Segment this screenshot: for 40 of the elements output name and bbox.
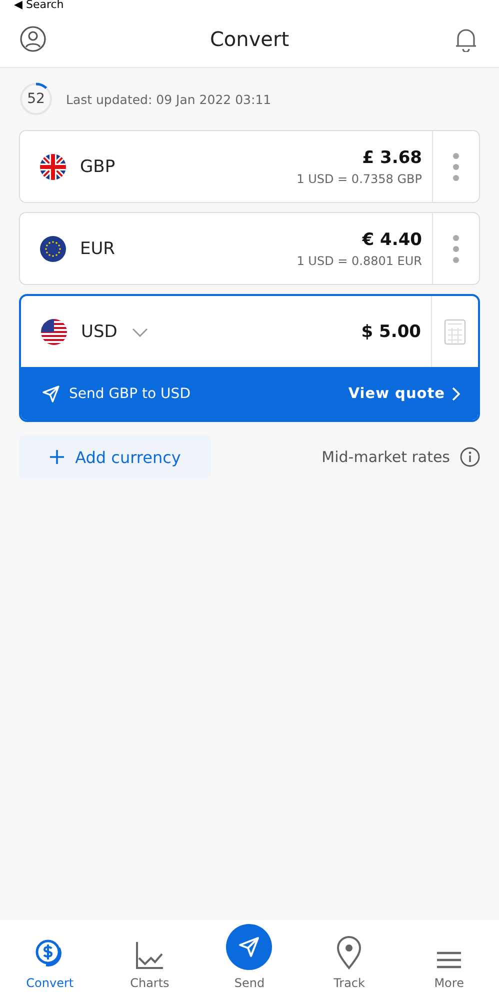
plus-icon [49,449,66,465]
page-title: Convert [210,26,290,50]
exchange-rate-text: 1 USD = 0.7358 GBP [296,172,422,186]
view-quote-link[interactable]: View quote [348,386,460,402]
back-link[interactable]: ◀ Search [14,0,64,11]
amount-text: £ 3.68 [362,148,422,168]
currency-card[interactable]: EUR € 4.40 1 USD = 0.8801 EUR [19,212,480,285]
send-label: Send GBP to USD [69,386,190,402]
menu-icon [436,950,462,970]
line-chart-icon [134,940,165,970]
currency-code: USD [81,322,118,342]
tab-bar-item[interactable]: Send [200,920,300,1000]
flag-icon [40,154,66,180]
flag-icon [40,236,66,262]
chevron-down-icon[interactable] [131,326,150,338]
tab-bar-item[interactable]: Track [299,920,400,1000]
add-currency-button[interactable]: Add currency [19,435,211,479]
last-updated-text: Last updated: 09 Jan 2022 03:11 [66,92,272,106]
tab-bar-item[interactable]: Convert [0,920,100,1000]
map-pin-icon [335,936,364,970]
send-icon [226,924,272,970]
currency-code: EUR [80,238,115,258]
tab-bar-item[interactable]: Charts [100,920,200,1000]
refresh-countdown: 52 [19,82,53,116]
info-icon[interactable] [460,447,480,467]
calculator-icon[interactable] [444,318,466,344]
flag-icon [41,318,67,344]
currency-code: GBP [80,156,116,176]
amount-text: $ 5.00 [361,322,421,342]
currency-card[interactable]: USD $ 5.00 Send GBP to USD View quote [19,294,480,422]
chevron-right-icon [451,386,460,400]
profile-icon[interactable] [20,26,46,52]
tab-bar-item[interactable]: More [399,920,499,1000]
exchange-rate-text: 1 USD = 0.8801 EUR [296,254,422,268]
amount-text: € 4.40 [362,230,422,250]
more-options-icon[interactable] [452,152,460,182]
send-icon [41,384,61,404]
currency-card[interactable]: GBP £ 3.68 1 USD = 0.7358 GBP [19,130,480,203]
mid-market-rates-text: Mid-market rates [322,448,450,466]
more-options-icon[interactable] [452,234,460,264]
